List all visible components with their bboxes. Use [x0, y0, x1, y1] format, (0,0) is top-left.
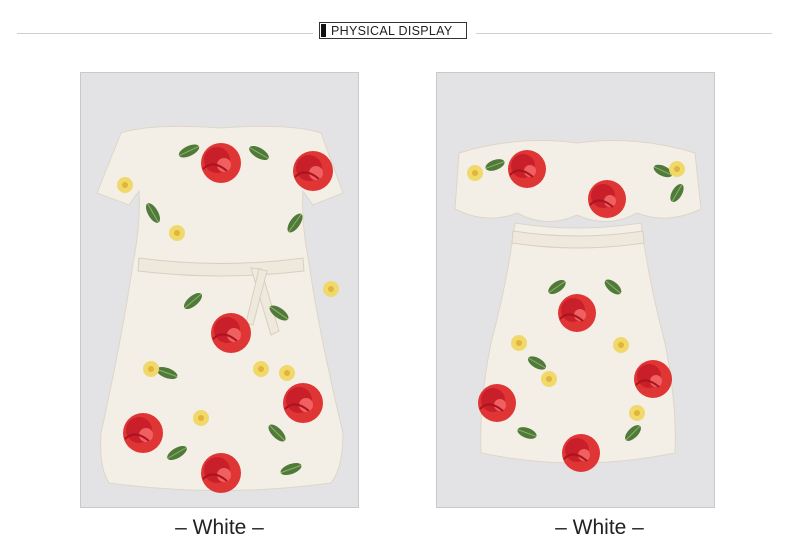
dress-illustration-ruffle — [454, 140, 702, 473]
product-image-front[interactable] — [80, 72, 359, 508]
product-caption-ruffle: – White – — [555, 516, 644, 539]
section-title-box: PHYSICAL DISPLAY — [319, 22, 467, 39]
section-title: PHYSICAL DISPLAY — [331, 24, 453, 38]
product-image-ruffle[interactable] — [436, 72, 715, 508]
dress-illustration-front — [96, 125, 344, 494]
divider-left — [17, 33, 313, 34]
title-accent-bar — [321, 24, 326, 37]
product-caption-front: – White – — [175, 516, 264, 539]
divider-right — [476, 33, 772, 34]
